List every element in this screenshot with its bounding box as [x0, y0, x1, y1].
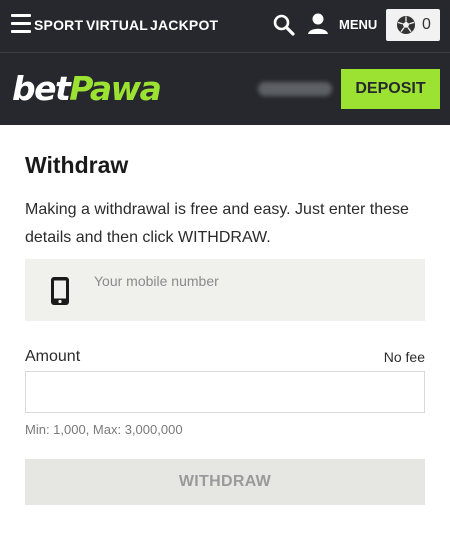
logo-pawa: Pawa: [69, 69, 162, 108]
logo-bet: bet: [12, 69, 71, 108]
account-balance-blurred: [258, 82, 332, 96]
withdraw-button[interactable]: WITHDRAW: [25, 459, 425, 505]
soccer-ball-icon: [397, 16, 415, 34]
page-title: Withdraw: [25, 152, 129, 178]
amount-label: Amount: [25, 348, 81, 365]
brand-bar: betPawa DEPOSIT: [0, 52, 450, 125]
mobile-number-field[interactable]: [25, 259, 425, 321]
menu-button[interactable]: MENU: [339, 17, 377, 32]
mobile-phone-icon: [51, 277, 69, 305]
deposit-button[interactable]: DEPOSIT: [341, 69, 440, 109]
betslip-count: 0: [422, 16, 431, 33]
nav-virtual[interactable]: VIRTUAL: [86, 17, 148, 33]
user-icon[interactable]: [307, 12, 329, 36]
betpawa-logo[interactable]: betPawa: [12, 69, 162, 108]
nav-jackpot[interactable]: JACKPOT: [150, 17, 218, 33]
mobile-number-input[interactable]: [94, 269, 414, 293]
intro-text: Making a withdrawal is free and easy. Ju…: [25, 201, 409, 246]
search-icon[interactable]: [272, 13, 296, 37]
betslip-button[interactable]: 0: [386, 9, 440, 41]
fee-label: No fee: [383, 349, 425, 365]
amount-limits: Min: 1,000, Max: 3,000,000: [25, 422, 183, 437]
hamburger-icon[interactable]: [11, 14, 31, 34]
top-nav: SPORT VIRTUAL JACKPOT MENU 0: [0, 0, 450, 52]
nav-sport[interactable]: SPORT: [34, 17, 83, 33]
amount-input[interactable]: [25, 371, 425, 413]
